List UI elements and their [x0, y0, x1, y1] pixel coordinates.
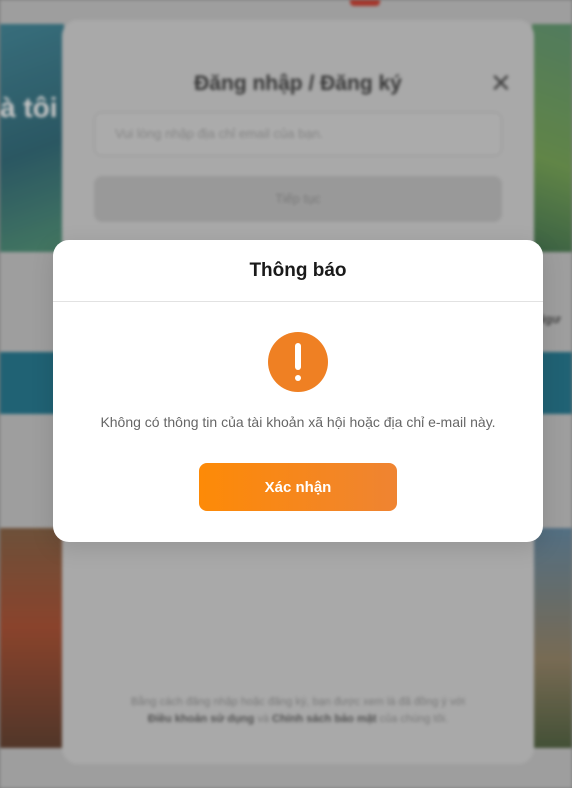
dialog-message: Không có thông tin của tài khoản xã hội …	[100, 414, 496, 430]
exclamation-bar	[295, 343, 301, 370]
confirm-button[interactable]: Xác nhận	[199, 463, 397, 511]
notification-dialog: Thông báo Không có thông tin của tài kho…	[53, 240, 543, 542]
dialog-title: Thông báo	[249, 260, 347, 281]
exclamation-dot	[295, 375, 301, 381]
dialog-divider	[53, 301, 543, 302]
exclamation-icon	[268, 332, 328, 392]
